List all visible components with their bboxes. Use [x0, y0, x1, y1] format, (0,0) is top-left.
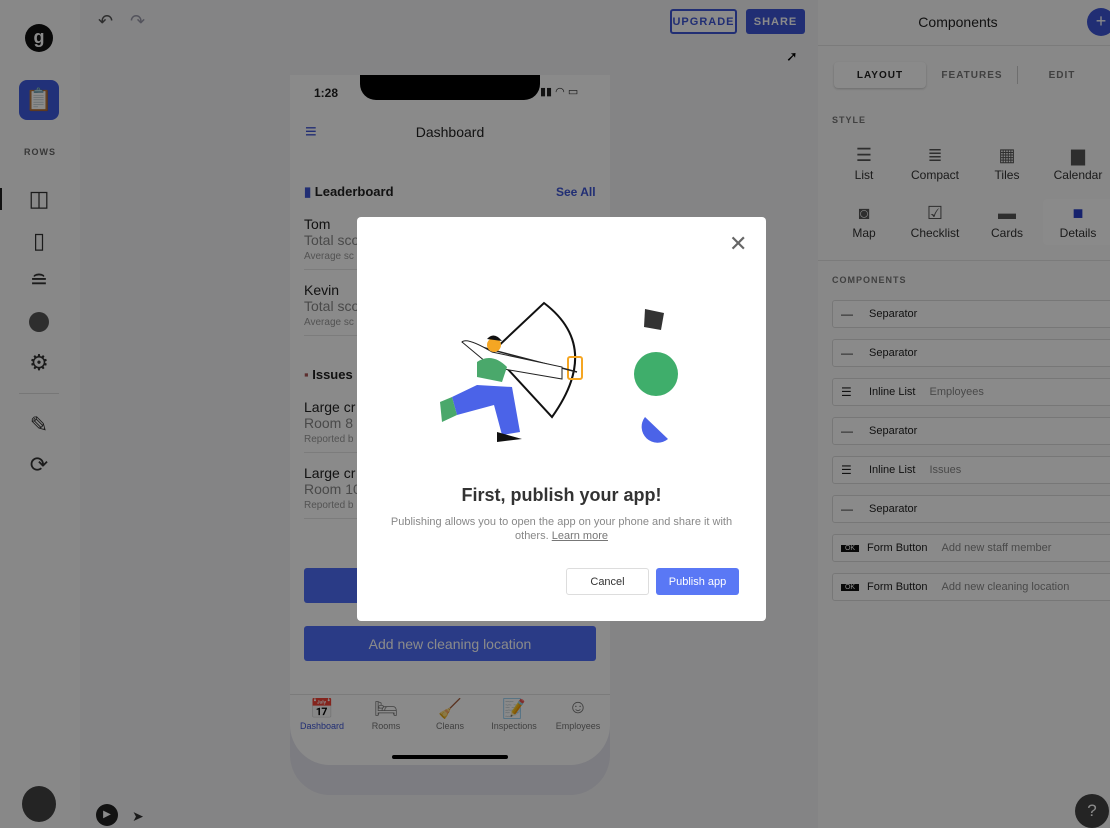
- mouse-cursor-icon: ➚: [786, 48, 798, 64]
- publish-app-button[interactable]: Publish app: [656, 568, 739, 595]
- publish-dialog: ✕ First, publish your app! Publishing al…: [357, 217, 766, 621]
- close-icon[interactable]: ✕: [729, 231, 747, 257]
- archer-illustration: [440, 301, 678, 443]
- learn-more-link[interactable]: Learn more: [552, 530, 608, 542]
- dialog-body: Publishing allows you to open the app on…: [390, 516, 733, 542]
- cancel-button[interactable]: Cancel: [566, 568, 649, 595]
- dialog-title: First, publish your app!: [461, 485, 662, 505]
